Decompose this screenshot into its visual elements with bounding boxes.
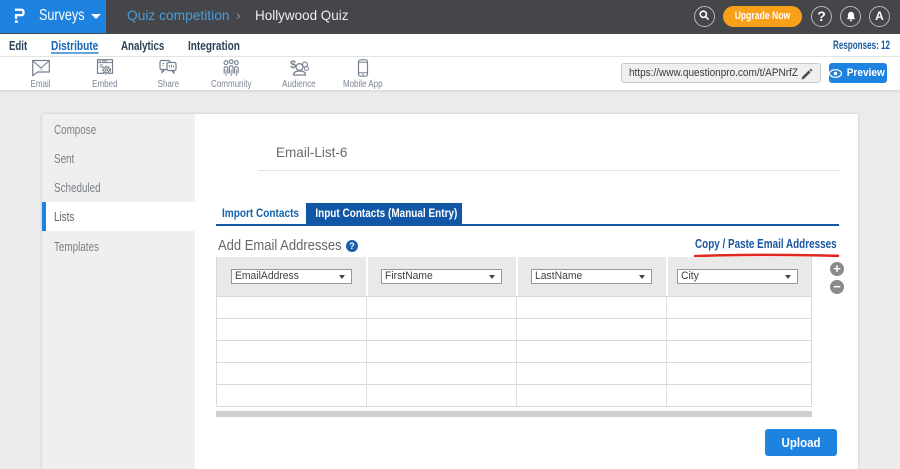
- svg-text:$: $: [290, 59, 296, 71]
